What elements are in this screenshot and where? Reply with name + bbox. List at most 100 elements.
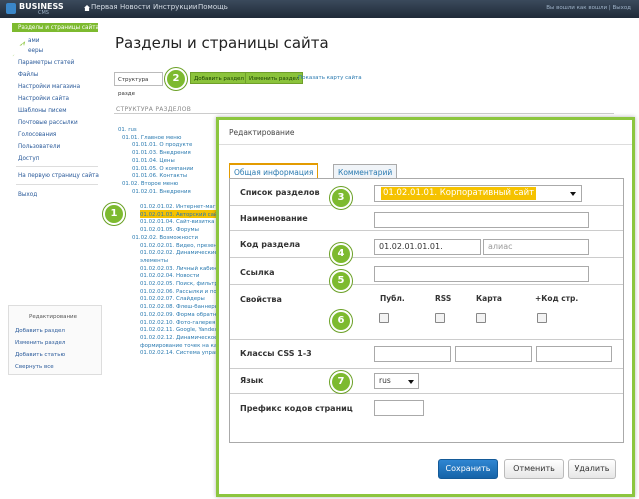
nav-instructions[interactable]: Инструкции xyxy=(153,3,197,12)
tree-item[interactable]: 01.02.02.10. Фото-галерея xyxy=(140,320,215,327)
tree-item[interactable]: 01.01. Главное меню xyxy=(122,135,181,142)
form-box: Список разделов Наименование Код раздела… xyxy=(229,178,624,443)
sidebar-item-exit[interactable]: Выход xyxy=(18,191,37,199)
logo-icon xyxy=(6,3,16,14)
tree-item[interactable]: 01.02.02.08. Флеш-баннеры xyxy=(140,304,219,311)
cancel-button[interactable]: Отменить xyxy=(504,459,564,479)
col-page-code: +Код стр. xyxy=(535,294,579,303)
row-divider xyxy=(230,205,623,206)
tree-item[interactable]: 01.02.01. Внедрения xyxy=(132,189,191,196)
map-checkbox[interactable] xyxy=(476,313,486,323)
sidebar-item-mail-templates[interactable]: Шаблоны писем xyxy=(18,107,67,115)
tree-item[interactable]: элементы xyxy=(140,258,168,265)
tree-item[interactable]: 01.02.02.01. Видео, презента xyxy=(140,243,223,250)
name-input[interactable] xyxy=(374,212,589,228)
sidebar-item-article-params[interactable]: Параметры статей xyxy=(18,59,74,67)
edit-panel-collapse-all[interactable]: Свернуть все xyxy=(15,364,54,370)
link-input[interactable] xyxy=(374,266,589,282)
tree-item[interactable]: 01.02.01.01. Корпоративный xyxy=(140,196,221,203)
tree-item[interactable]: 01.02.02.07. Слайдеры xyxy=(140,296,205,303)
css-class-1-input[interactable] xyxy=(374,346,451,362)
edit-panel-add-section[interactable]: Добавить раздел xyxy=(15,328,65,334)
sidebar-item-home[interactable]: На первую страницу сайта xyxy=(18,172,99,180)
edit-section-button[interactable]: Изменить раздел xyxy=(245,72,304,84)
tree-item[interactable]: 01.01.06. Контакты xyxy=(132,173,187,180)
sidebar-item-mailings[interactable]: Почтовые рассылки xyxy=(18,119,78,127)
chevron-down-icon xyxy=(570,192,576,196)
tree-item[interactable]: 01.02.02.11. Google, Yandex к xyxy=(140,327,223,334)
save-button[interactable]: Сохранить xyxy=(438,459,498,479)
edit-panel-add-article[interactable]: Добавить статью xyxy=(15,352,65,358)
tree-item[interactable]: 01.02.02.03. Личный кабинет xyxy=(140,266,223,273)
edit-panel-edit-section[interactable]: Изменить раздел xyxy=(15,340,65,346)
css-class-3-input[interactable] xyxy=(536,346,612,362)
tree-item[interactable]: 01.01.03. Внедрения xyxy=(132,150,191,157)
tree-item[interactable]: 01.01.05. О компании xyxy=(132,166,193,173)
tab-comment[interactable]: Комментарий xyxy=(333,164,398,179)
label-prefix: Префикс кодов страниц xyxy=(240,404,353,413)
section-header: СТРУКТУРА РАЗДЕЛОВ xyxy=(116,106,192,113)
edit-panel-title: Редактирование xyxy=(29,314,77,320)
row-divider xyxy=(230,284,623,285)
step-marker-6: 6 xyxy=(330,310,352,332)
divider xyxy=(114,113,614,114)
sitemap-link[interactable]: Показать карту сайта xyxy=(298,75,362,81)
tree-item[interactable]: 01.01.01. О продукте xyxy=(132,142,192,149)
user-info[interactable]: Вы вошли как вошли | Выход xyxy=(546,5,631,11)
dialog-divider xyxy=(219,144,632,145)
label-css: Классы CSS 1-3 xyxy=(240,349,312,358)
step-marker-4: 4 xyxy=(330,243,352,265)
nav-help[interactable]: Помощь xyxy=(198,3,228,12)
tree-item[interactable]: 01.02.01.05. Форумы xyxy=(140,227,199,234)
label-props: Свойства xyxy=(240,295,282,304)
row-divider xyxy=(230,339,623,340)
tree-item[interactable]: 01.02.01.02. Интернет-магаз xyxy=(140,204,222,211)
nav-news[interactable]: Новости xyxy=(120,3,150,12)
page-code-checkbox[interactable] xyxy=(537,313,547,323)
tree-item[interactable]: 01.02.01.03. Авторский сайт xyxy=(140,212,221,219)
tree-item[interactable]: 01.02.02.05. Поиск, фильтры xyxy=(140,281,222,288)
code-input[interactable]: 01.02.01.01.01. xyxy=(374,239,481,255)
tree-item[interactable]: формирование точек на карте xyxy=(140,343,227,350)
language-select[interactable]: rus xyxy=(374,373,419,389)
publish-checkbox[interactable] xyxy=(379,313,389,323)
rss-checkbox[interactable] xyxy=(435,313,445,323)
tree-item[interactable]: 01.02.02.04. Новости xyxy=(140,273,199,280)
row-divider xyxy=(230,393,623,394)
sidebar-item-site-settings[interactable]: Настройки сайта xyxy=(18,95,69,103)
sidebar-item-files[interactable]: Файлы xyxy=(18,71,38,79)
label-name: Наименование xyxy=(240,214,308,223)
tab-general[interactable]: Общая информация xyxy=(229,163,319,178)
tree-item[interactable]: 01.01.04. Цены xyxy=(132,158,175,165)
tree-item[interactable]: 01.02.02. Возможности xyxy=(132,235,198,242)
css-class-2-input[interactable] xyxy=(455,346,532,362)
sidebar-item-access[interactable]: Доступ xyxy=(18,155,39,163)
tree-item[interactable]: 01.02. Второе меню xyxy=(122,181,178,188)
arrow-pointer-icon xyxy=(11,38,27,58)
structure-select[interactable]: Структура разде xyxy=(114,72,163,97)
label-lang: Язык xyxy=(240,376,264,385)
sidebar-item-shop-settings[interactable]: Настройки магазина xyxy=(18,83,80,91)
section-list-select[interactable]: 01.02.01.01. Корпоративный сайт xyxy=(374,185,582,202)
label-code: Код раздела xyxy=(240,240,301,249)
page-title: Разделы и страницы сайта xyxy=(115,34,329,52)
sidebar-item-sections[interactable]: Разделы и страницы сайта xyxy=(18,24,99,32)
sidebar-item-votes[interactable]: Голосования xyxy=(18,131,56,139)
tree-item[interactable]: 01.02.02.14. Система управле xyxy=(140,350,225,357)
edit-panel: Редактирование Добавить раздел Изменить … xyxy=(8,305,102,375)
tree-item[interactable]: 01.02.02.02. Динамические xyxy=(140,250,218,257)
col-rss: RSS xyxy=(435,294,452,303)
nav-first[interactable]: Первая xyxy=(91,3,118,12)
alias-input[interactable]: алиас xyxy=(483,239,589,255)
delete-button[interactable]: Удалить xyxy=(568,459,616,479)
sidebar-item-3[interactable]: ееры xyxy=(28,47,43,55)
row-divider xyxy=(230,230,623,231)
sidebar-item-users[interactable]: Пользователи xyxy=(18,143,60,151)
tree-item[interactable]: 01.02.02.06. Рассылки и подп xyxy=(140,289,224,296)
prefix-input[interactable] xyxy=(374,400,424,416)
tree-item[interactable]: 01.02.02.09. Форма обратной xyxy=(140,312,223,319)
tree-item[interactable]: 01.02.02.12. Динамическое xyxy=(140,335,217,342)
tree-item[interactable]: 01. rus xyxy=(118,127,137,134)
tree-item[interactable]: 01.02.01.04. Сайт-визитка xyxy=(140,219,214,226)
add-section-button[interactable]: Добавить раздел xyxy=(190,72,248,84)
